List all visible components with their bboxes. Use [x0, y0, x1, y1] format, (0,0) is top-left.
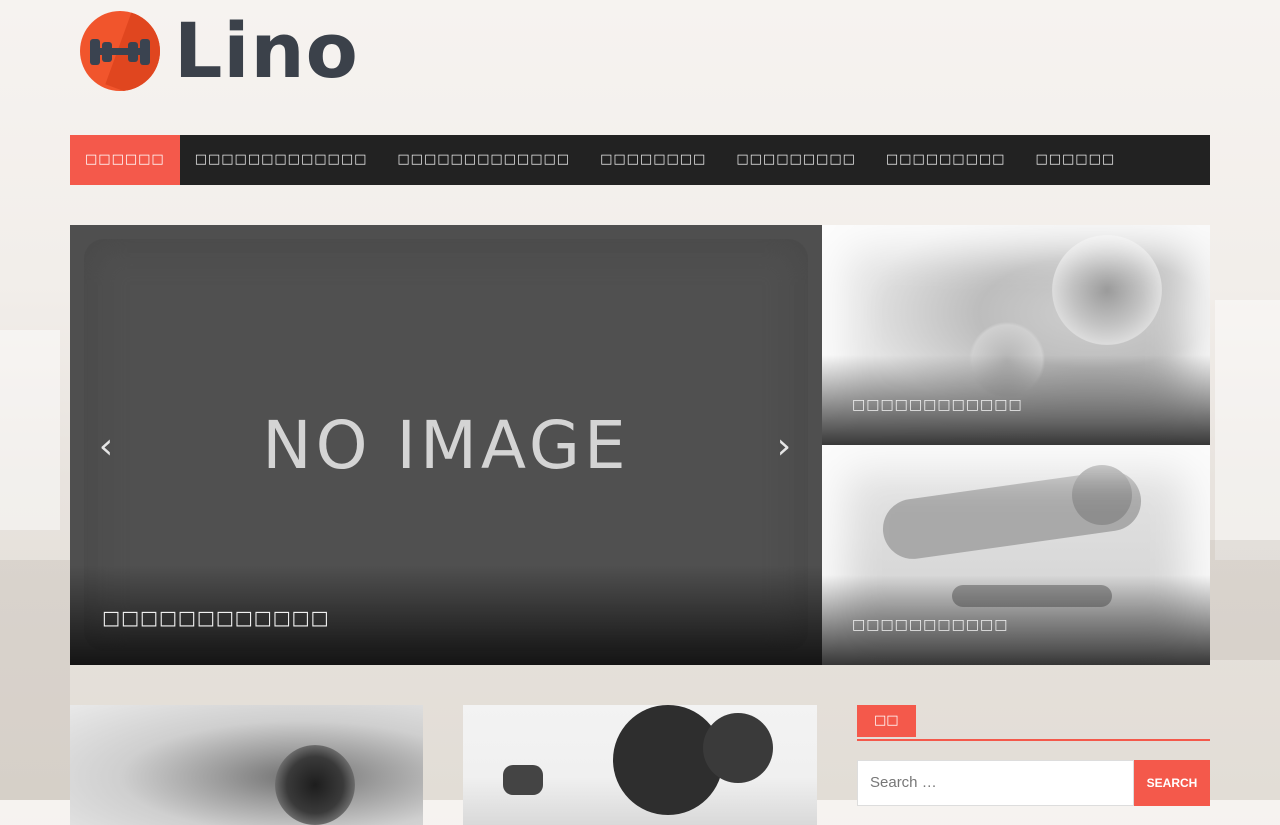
widget-header: □□ — [857, 705, 1210, 741]
nav-item[interactable]: □□□□□□□□□ — [871, 135, 1021, 185]
background-window — [0, 330, 60, 530]
featured-post[interactable]: □□□□□□□□□□□□ — [822, 225, 1210, 445]
post-title[interactable]: □□□□□□□□□□□□ — [852, 397, 1023, 413]
chevron-left-icon[interactable]: ‹ — [94, 429, 118, 465]
post-title[interactable]: □□□□□□□□□□□ — [852, 617, 1009, 633]
widget-title: □□ — [857, 705, 916, 737]
featured-slider[interactable]: NO IMAGE □□□□□□□□□□□□ ‹ › — [70, 225, 822, 665]
nav-item[interactable]: □□□□□□□□ — [585, 135, 721, 185]
nav-item[interactable]: □□□□□□□□□□□□□ — [180, 135, 383, 185]
post-card-thumbnail[interactable] — [70, 705, 423, 825]
background-equipment — [0, 560, 70, 800]
site-logo[interactable]: Lino — [80, 8, 359, 94]
search-button-label: Search — [1146, 776, 1198, 790]
nav-item[interactable]: □□□□□□ — [1020, 135, 1130, 185]
post-card-thumbnail[interactable] — [463, 705, 817, 825]
dumbbell-icon — [80, 11, 160, 91]
nav-item[interactable]: □□□□□□□□□□□□□ — [382, 135, 585, 185]
background-window — [1215, 300, 1280, 560]
slide-title[interactable]: □□□□□□□□□□□□ — [102, 607, 329, 629]
featured-post[interactable]: □□□□□□□□□□□ — [822, 445, 1210, 665]
main-navigation: □□□□□□ □□□□□□□□□□□□□ □□□□□□□□□□□□□ □□□□□… — [70, 135, 1210, 185]
nav-item[interactable]: □□□□□□□□□ — [721, 135, 871, 185]
background-equipment — [1210, 540, 1280, 660]
chevron-right-icon[interactable]: › — [772, 429, 796, 465]
no-image-text: NO IMAGE — [262, 407, 630, 484]
nav-item-home[interactable]: □□□□□□ — [70, 135, 180, 185]
search-input[interactable]: Search … — [857, 760, 1134, 806]
search-button[interactable]: Search — [1134, 760, 1210, 806]
site-title: Lino — [174, 6, 359, 95]
